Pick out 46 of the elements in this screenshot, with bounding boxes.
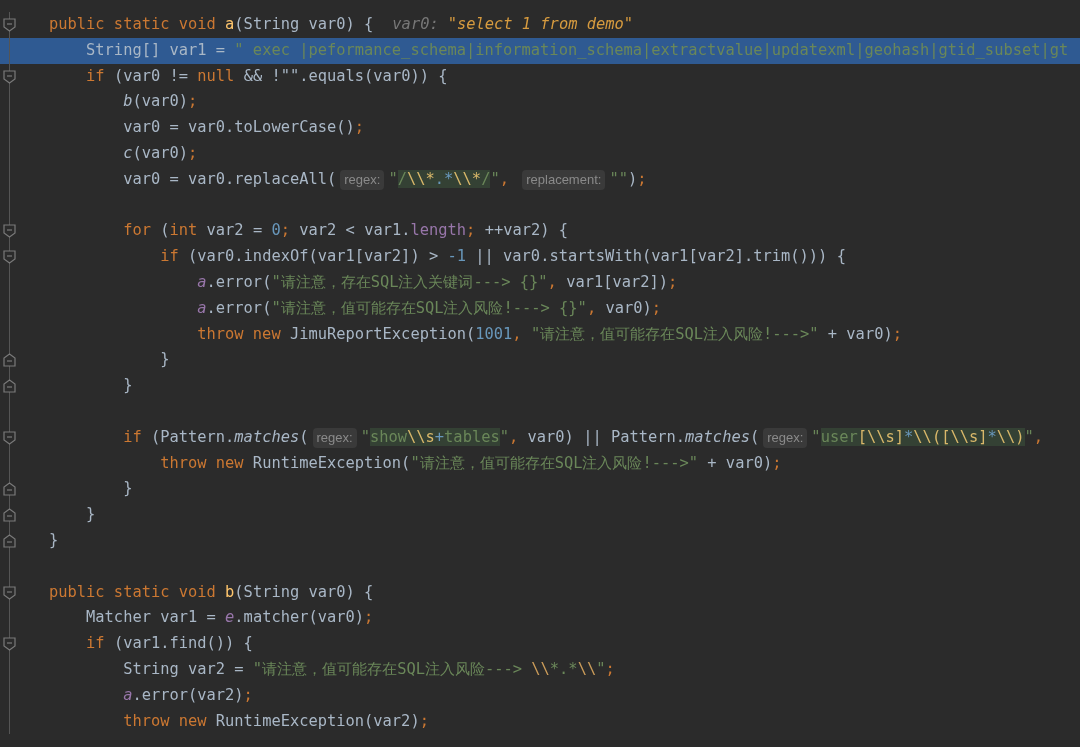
code-text: ""); — [609, 168, 647, 190]
fold-icon[interactable] — [3, 482, 16, 497]
fold-icon[interactable] — [3, 585, 16, 600]
code-text: var0 = var0.toLowerCase(); — [122, 117, 365, 139]
code-text: } — [122, 478, 133, 500]
code-text: "/\\*.*\\*/", — [388, 168, 510, 190]
code-text: a.error("请注意，存在SQL注入关键词---> {}", var1[var2]); — [196, 271, 678, 293]
code-text: for (int var2 = 0; var2 < var1.length; ++var2) { — [122, 220, 569, 242]
code-text: public static void a(String var0) { — [49, 14, 374, 35]
code-text: throw new JimuReportException(1001, "请注意，值可能存在SQL注入风险!--->" + var0); — [196, 323, 902, 345]
code-text: "show\\s+tables", var0) || Pattern.matches( — [360, 426, 760, 448]
fold-icon[interactable] — [3, 18, 16, 32]
fold-icon[interactable] — [3, 637, 16, 652]
code-text: if (var0.indexOf(var1[var2]) > -1 || var0.startsWith(var1[var2].trim())) { — [159, 246, 846, 268]
code-text: throw new RuntimeException(var2); — [122, 710, 429, 732]
code-text: public static void b(String var0) { — [49, 581, 374, 603]
parameter-hint: regex: — [312, 427, 357, 448]
code-text: String var2 = "请注意，值可能存在SQL注入风险---> \\*.*\\"; — [122, 658, 615, 680]
fold-icon[interactable] — [3, 353, 16, 368]
code-text: b(var0); — [122, 91, 198, 113]
code-text: } — [49, 529, 59, 551]
fold-icon[interactable] — [3, 250, 16, 265]
code-text: if (Pattern.matches( — [122, 426, 309, 448]
code-text: if (var0 != null && !"".equals(var0)) { — [85, 65, 448, 87]
fold-icon[interactable] — [3, 224, 16, 239]
code-text: throw new RuntimeException("请注意，值可能存在SQL注入风险!--->" + var0); — [159, 452, 782, 474]
code-text: a.error(var2); — [122, 684, 253, 706]
code-text: } — [122, 375, 133, 397]
parameter-hint: regex: — [340, 169, 385, 190]
code-text: } — [159, 349, 170, 371]
parameter-hint: replacement: — [522, 169, 606, 190]
code-text: a.error("请注意，值可能存在SQL注入风险!---> {}", var0); — [196, 297, 662, 319]
code-text: var0 = var0.replaceAll( — [122, 168, 337, 190]
code-text: if (var1.find()) { — [85, 633, 253, 655]
fold-icon[interactable] — [3, 379, 16, 394]
fold-icon[interactable] — [3, 508, 16, 523]
fold-icon[interactable] — [3, 533, 16, 548]
code-text: Matcher var1 = e.matcher(var0); — [85, 607, 374, 629]
code-text: "user[\\s]*\\([\\s]*\\)", — [811, 426, 1044, 448]
fold-icon[interactable] — [3, 69, 16, 84]
parameter-hint: regex: — [763, 427, 808, 448]
code-text: String[] var1 = " exec |peformance_schema|information_schema|extractvalue|updatexml|geohash|gtid_subset|gt — [85, 39, 1069, 61]
code-text: c(var0); — [122, 143, 198, 164]
code-text: } — [85, 504, 96, 526]
fold-icon[interactable] — [3, 430, 16, 445]
debug-value: var0: "select 1 from demo" — [392, 14, 633, 36]
